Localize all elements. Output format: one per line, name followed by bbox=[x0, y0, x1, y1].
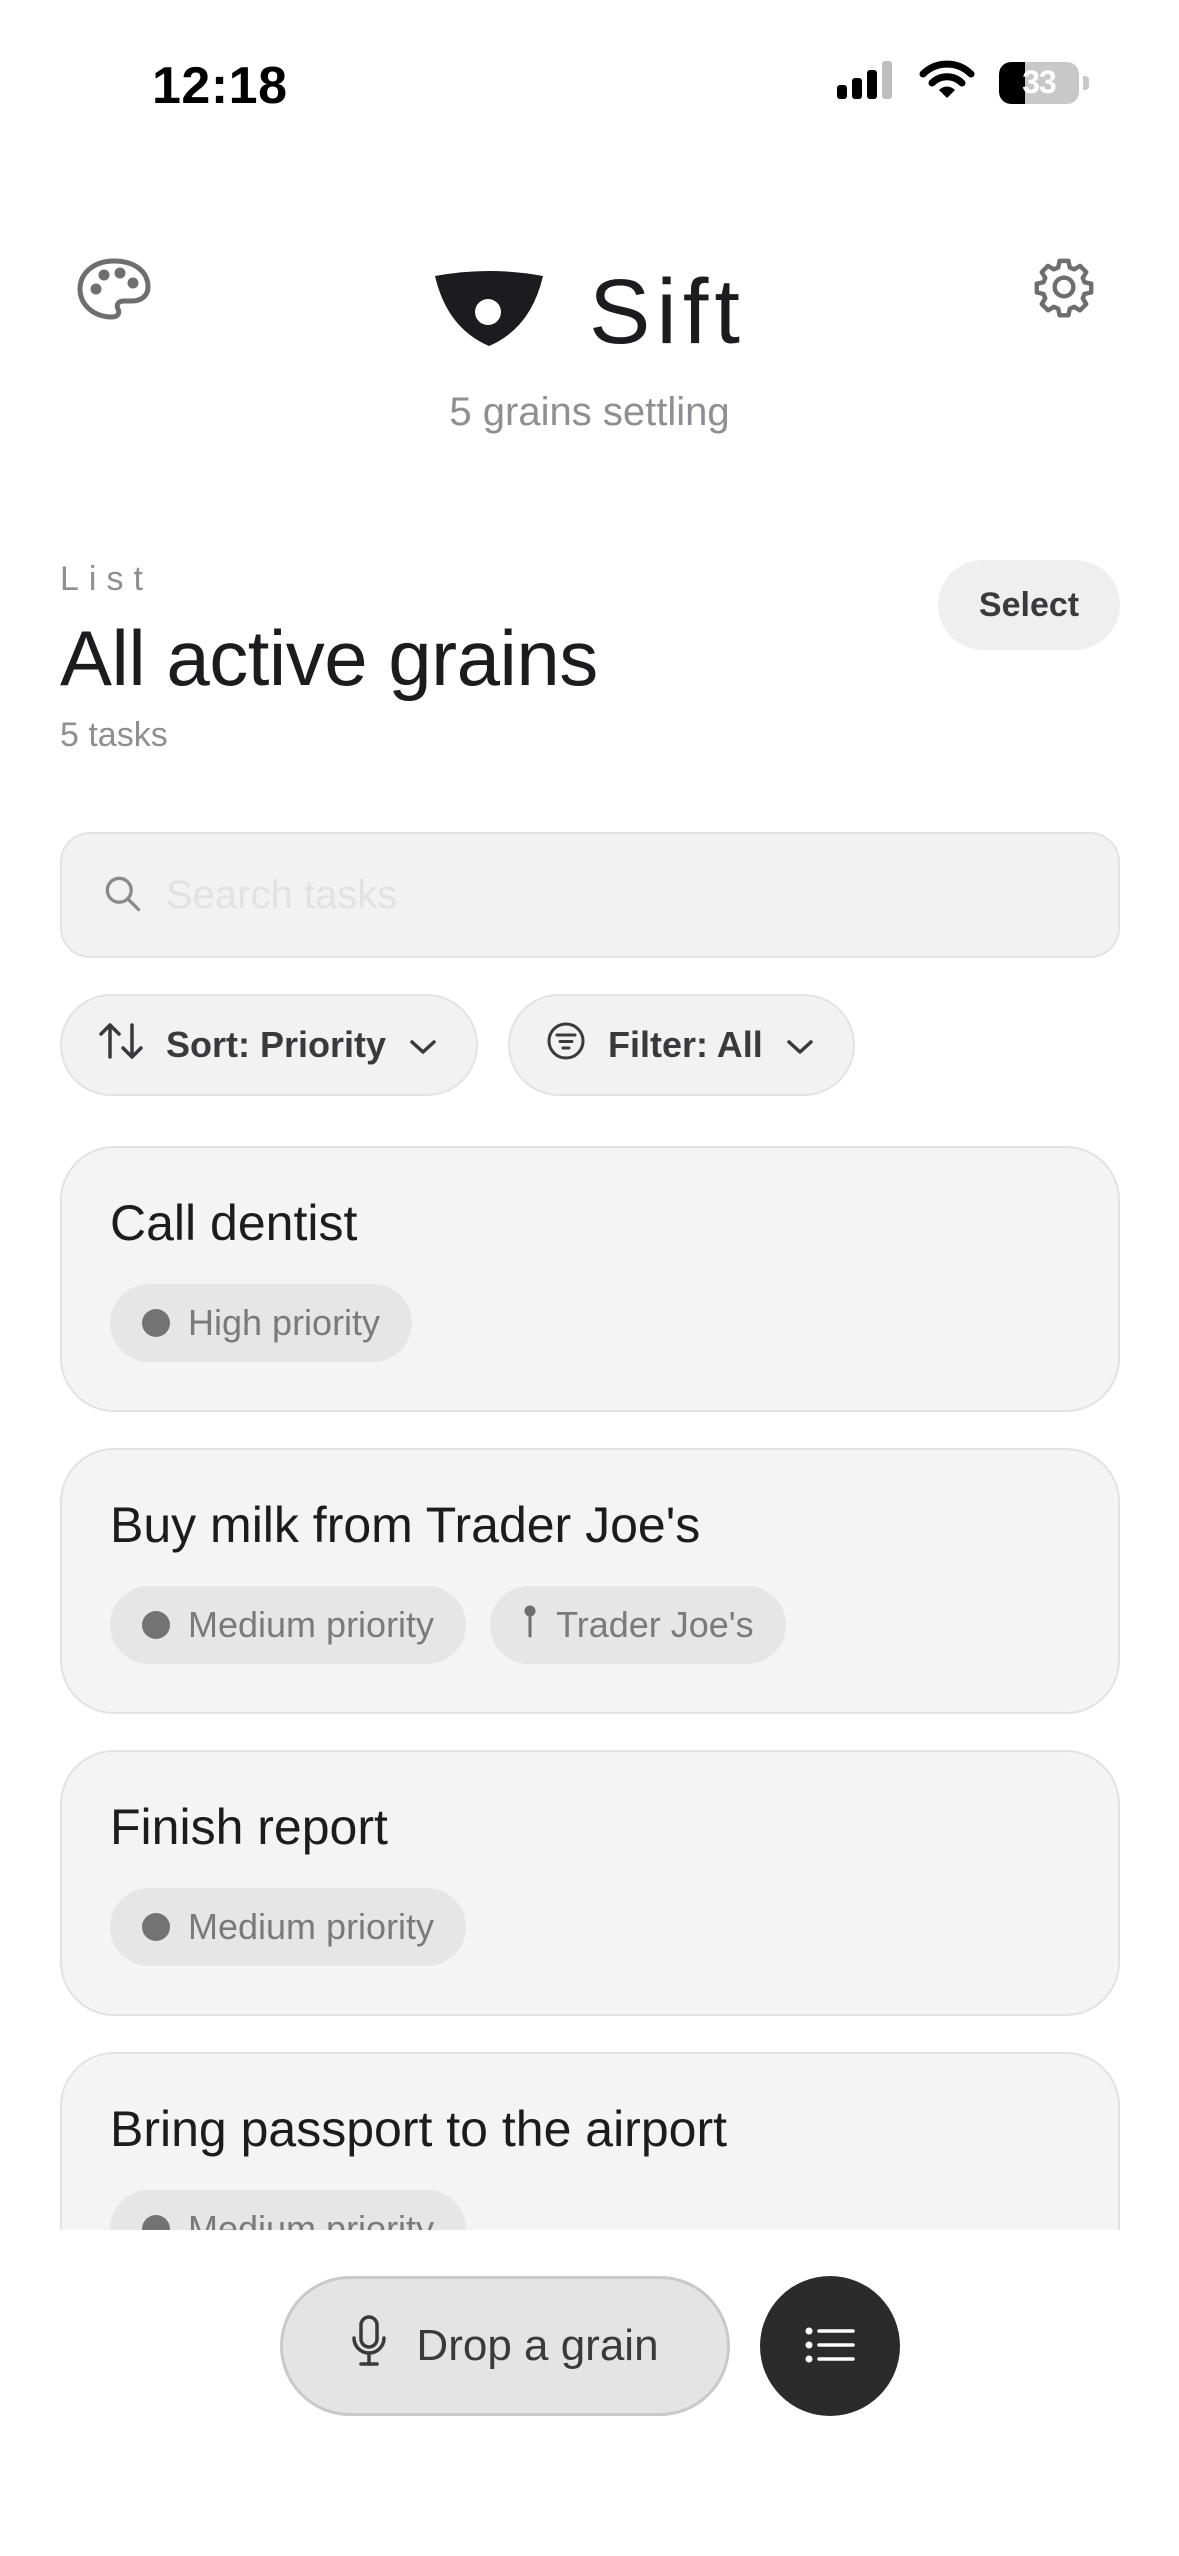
task-title: Finish report bbox=[110, 1799, 388, 1855]
sort-arrows-icon bbox=[98, 1021, 144, 1070]
search-input[interactable] bbox=[166, 872, 1066, 918]
status-bar: 12:18 33 bbox=[0, 0, 1179, 170]
app-name: Sift bbox=[589, 261, 746, 363]
toolbar: Sort: Priority Filter: All bbox=[60, 994, 855, 1096]
priority-tag: High priority bbox=[110, 1284, 413, 1362]
sort-label: Sort: Priority bbox=[166, 1024, 387, 1065]
task-tags: Medium priority bbox=[110, 2190, 1070, 2230]
tag-label: High priority bbox=[188, 1302, 381, 1343]
location-tag: Trader Joe's bbox=[490, 1586, 786, 1664]
search-icon bbox=[100, 871, 144, 920]
status-time: 12:18 bbox=[152, 57, 288, 115]
tag-label: Medium priority bbox=[188, 1906, 435, 1947]
app-subtitle: 5 grains settling bbox=[449, 390, 730, 434]
list-view-button[interactable] bbox=[759, 2276, 900, 2416]
chevron-down-icon bbox=[785, 1024, 815, 1066]
task-card[interactable]: Finish report Medium priority bbox=[60, 1750, 1120, 2016]
tag-label: Trader Joe's bbox=[556, 1604, 754, 1645]
tag-label: Medium priority bbox=[188, 2208, 435, 2230]
brand: Sift bbox=[0, 260, 1179, 365]
cellular-signal-icon bbox=[837, 61, 895, 104]
chevron-down-icon bbox=[408, 1024, 438, 1066]
priority-tag: Medium priority bbox=[110, 2190, 467, 2230]
priority-tag: Medium priority bbox=[110, 1888, 467, 1966]
priority-tag: Medium priority bbox=[110, 1586, 467, 1664]
app-header: Sift 5 grains settling bbox=[0, 230, 1179, 450]
gear-icon bbox=[1031, 254, 1097, 323]
tag-label: Medium priority bbox=[188, 1604, 435, 1645]
task-card[interactable]: Call dentist High priority bbox=[60, 1146, 1120, 1412]
task-title: Bring passport to the airport bbox=[110, 2101, 727, 2157]
task-tags: Medium priority Trader Joe's bbox=[110, 1586, 1070, 1664]
task-card[interactable]: Buy milk from Trader Joe's Medium priori… bbox=[60, 1448, 1120, 1714]
filter-icon bbox=[546, 1021, 586, 1070]
list-header: List All active grains 5 tasks Select bbox=[60, 560, 1120, 755]
task-count: 5 tasks bbox=[60, 716, 168, 754]
sort-button[interactable]: Sort: Priority bbox=[60, 994, 479, 1096]
select-button[interactable]: Select bbox=[938, 560, 1120, 650]
status-indicators: 33 bbox=[837, 60, 1089, 105]
settings-button[interactable] bbox=[1024, 248, 1104, 328]
priority-dot-icon bbox=[142, 1611, 170, 1639]
battery-cap bbox=[1083, 75, 1089, 90]
task-title: Call dentist bbox=[110, 1195, 358, 1251]
bottom-bar: Drop a grain bbox=[0, 2276, 1179, 2426]
task-tags: Medium priority bbox=[110, 1888, 1070, 1966]
battery-percent: 33 bbox=[1022, 64, 1057, 100]
priority-dot-icon bbox=[142, 1309, 170, 1337]
drop-grain-label: Drop a grain bbox=[416, 2321, 659, 2370]
priority-dot-icon bbox=[142, 1913, 170, 1941]
pin-icon bbox=[522, 1604, 538, 1647]
filter-label: Filter: All bbox=[608, 1024, 763, 1065]
priority-dot-icon bbox=[142, 2215, 170, 2230]
wifi-icon bbox=[919, 60, 975, 105]
drop-grain-button[interactable]: Drop a grain bbox=[279, 2276, 730, 2416]
filter-button[interactable]: Filter: All bbox=[508, 994, 855, 1096]
task-list: Call dentist High priority Buy milk from… bbox=[60, 1146, 1120, 2230]
sift-logo-icon bbox=[433, 270, 545, 355]
task-tags: High priority bbox=[110, 1284, 1070, 1362]
task-card[interactable]: Bring passport to the airport Medium pri… bbox=[60, 2052, 1120, 2230]
task-title: Buy milk from Trader Joe's bbox=[110, 1497, 701, 1553]
battery-indicator: 33 bbox=[999, 61, 1079, 104]
list-icon bbox=[804, 2325, 856, 2368]
microphone-icon bbox=[350, 2314, 388, 2379]
search-bar[interactable] bbox=[60, 832, 1120, 958]
